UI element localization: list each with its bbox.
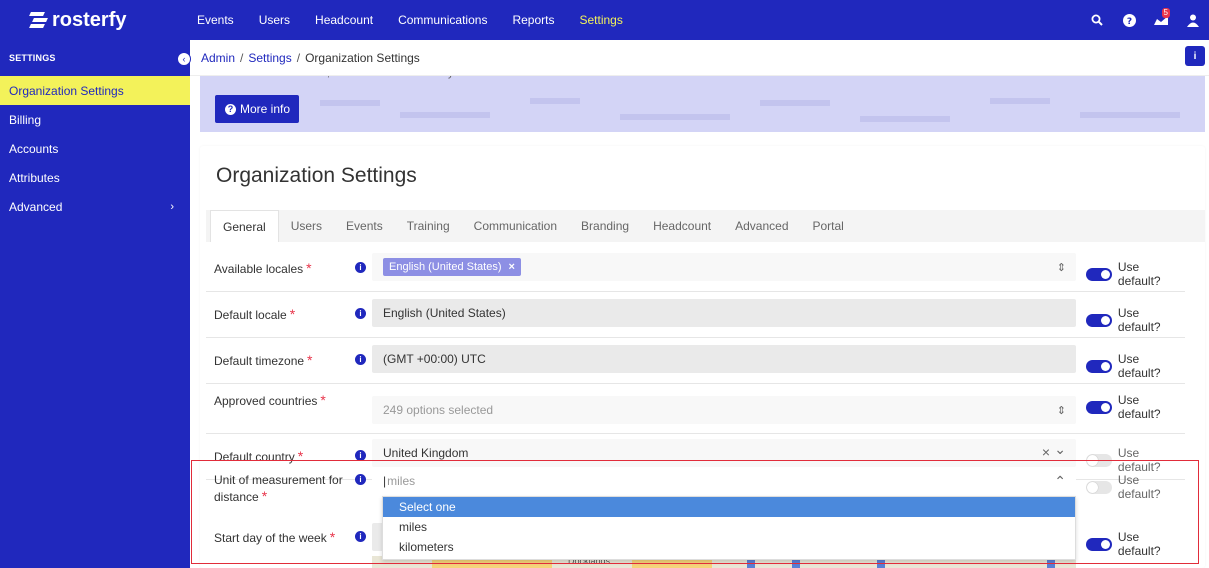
search-icon[interactable] bbox=[1081, 0, 1113, 40]
sidebar-item-label: Attributes bbox=[9, 170, 60, 185]
info-icon[interactable]: i bbox=[355, 450, 366, 461]
breadcrumb-settings[interactable]: Settings bbox=[248, 51, 291, 65]
default-locale-select[interactable]: English (United States) bbox=[372, 299, 1076, 327]
toggle-switch[interactable] bbox=[1086, 453, 1112, 467]
sidebar-item-label: Accounts bbox=[9, 141, 59, 156]
sort-caret-icon[interactable]: ⇕ bbox=[1057, 261, 1066, 274]
help-icon[interactable]: ? bbox=[1113, 0, 1145, 40]
collapse-sidebar-icon[interactable]: ‹ bbox=[177, 52, 191, 66]
info-icon[interactable]: i bbox=[355, 354, 366, 365]
tab-general[interactable]: General bbox=[210, 210, 279, 242]
default-timezone-select[interactable]: (GMT +00:00) UTC bbox=[372, 345, 1076, 373]
brand-logo[interactable]: rosterfy bbox=[0, 0, 190, 40]
brand-name: rosterfy bbox=[52, 8, 127, 31]
unit-distance-select[interactable]: | miles ⌃ bbox=[372, 467, 1076, 495]
info-icon[interactable]: i bbox=[1185, 46, 1205, 66]
locale-chip: English (United States) × bbox=[383, 258, 521, 276]
chevron-up-icon[interactable]: ⌃ bbox=[1054, 473, 1066, 490]
use-default-toggle[interactable]: Use default? bbox=[1086, 530, 1185, 558]
info-banner: recommended defaults, to override the de… bbox=[200, 70, 1205, 132]
sidebar-item-label: Advanced bbox=[9, 199, 63, 214]
sidebar-item-organization-settings[interactable]: Organization Settings bbox=[0, 76, 190, 105]
breadcrumb-separator: / bbox=[296, 50, 301, 65]
field-label: Default country * bbox=[214, 448, 304, 464]
tab-events[interactable]: Events bbox=[334, 210, 395, 242]
use-default-toggle[interactable]: Use default? bbox=[1086, 393, 1185, 421]
sidebar-item-billing[interactable]: Billing bbox=[0, 105, 190, 134]
approved-countries-select[interactable]: 249 options selected ⇕ bbox=[372, 396, 1076, 424]
user-icon[interactable] bbox=[1177, 0, 1209, 40]
setting-row-default-timezone: Default timezone * i (GMT +00:00) UTC Use… bbox=[206, 338, 1185, 384]
toggle-switch[interactable] bbox=[1086, 313, 1112, 327]
field-label: Available locales * bbox=[214, 260, 312, 276]
tab-portal[interactable]: Portal bbox=[801, 210, 856, 242]
unit-dropdown-menu: Select one miles kilometers bbox=[382, 496, 1076, 560]
toggle-switch[interactable] bbox=[1086, 400, 1112, 414]
nav-events[interactable]: Events bbox=[197, 13, 234, 27]
chevron-right-icon: › bbox=[170, 200, 174, 213]
toggle-switch[interactable] bbox=[1086, 537, 1112, 551]
sidebar-item-attributes[interactable]: Attributes bbox=[0, 163, 190, 192]
toggle-switch[interactable] bbox=[1086, 480, 1112, 494]
chevron-down-icon[interactable]: ⌄ bbox=[1054, 441, 1066, 458]
info-icon[interactable]: i bbox=[355, 308, 366, 319]
field-label: Default locale * bbox=[214, 306, 296, 322]
tab-communication[interactable]: Communication bbox=[462, 210, 569, 242]
breadcrumb-current: Organization Settings bbox=[305, 50, 420, 65]
dropdown-option-select-one[interactable]: Select one bbox=[383, 497, 1075, 517]
breadcrumb: Admin / Settings / Organization Settings… bbox=[190, 40, 1209, 76]
available-locales-select[interactable]: English (United States) × ⇕ bbox=[372, 253, 1076, 281]
svg-text:?: ? bbox=[1126, 17, 1131, 27]
breadcrumb-admin[interactable]: Admin bbox=[201, 51, 235, 65]
tab-bar: General Users Events Training Communicat… bbox=[206, 210, 1205, 242]
field-label: Start day of the week * bbox=[214, 529, 336, 545]
rosterfy-logo-icon bbox=[29, 10, 48, 30]
nav-communications[interactable]: Communications bbox=[398, 13, 487, 27]
sidebar-item-label: Organization Settings bbox=[9, 83, 124, 98]
field-label: Approved countries * bbox=[214, 392, 326, 408]
top-navbar: rosterfy Events Users Headcount Communic… bbox=[0, 0, 1209, 40]
sidebar: SETTINGS Organization Settings Billing A… bbox=[0, 40, 190, 568]
notification-badge: 5 bbox=[1161, 8, 1170, 18]
sidebar-item-label: Billing bbox=[9, 112, 42, 127]
remove-chip-icon[interactable]: × bbox=[509, 261, 515, 273]
field-label: Default timezone * bbox=[214, 352, 313, 368]
nav-headcount[interactable]: Headcount bbox=[315, 13, 373, 27]
nav-settings[interactable]: Settings bbox=[579, 13, 622, 27]
toggle-switch[interactable] bbox=[1086, 267, 1112, 281]
use-default-toggle[interactable]: Use default? bbox=[1086, 260, 1185, 288]
nav-users[interactable]: Users bbox=[259, 13, 290, 27]
clear-icon[interactable]: × bbox=[1042, 444, 1050, 460]
info-icon[interactable]: i bbox=[355, 474, 366, 485]
tab-training[interactable]: Training bbox=[395, 210, 462, 242]
more-info-button[interactable]: ? More info bbox=[215, 95, 299, 123]
tab-headcount[interactable]: Headcount bbox=[641, 210, 723, 242]
use-default-toggle[interactable]: Use default? bbox=[1086, 306, 1185, 334]
sidebar-item-advanced[interactable]: Advanced › bbox=[0, 192, 190, 221]
question-icon: ? bbox=[225, 103, 236, 115]
sort-caret-icon[interactable]: ⇕ bbox=[1057, 404, 1066, 417]
setting-row-available-locales: Available locales * i English (United Sta… bbox=[206, 246, 1185, 292]
tab-branding[interactable]: Branding bbox=[569, 210, 641, 242]
toggle-switch[interactable] bbox=[1086, 359, 1112, 373]
more-info-label: More info bbox=[240, 102, 291, 116]
info-icon[interactable]: i bbox=[355, 531, 366, 542]
use-default-toggle[interactable]: Use default? bbox=[1086, 352, 1185, 380]
setting-row-default-locale: Default locale * i English (United States… bbox=[206, 292, 1185, 338]
sidebar-item-accounts[interactable]: Accounts bbox=[0, 134, 190, 163]
nav-reports[interactable]: Reports bbox=[512, 13, 554, 27]
default-country-select[interactable]: United Kingdom × ⌄ bbox=[372, 439, 1076, 467]
tab-advanced[interactable]: Advanced bbox=[723, 210, 800, 242]
breadcrumb-separator: / bbox=[240, 50, 244, 65]
setting-row-approved-countries: Approved countries * 249 options selected… bbox=[206, 384, 1185, 434]
use-default-toggle[interactable]: Use default? bbox=[1086, 473, 1185, 501]
tab-users[interactable]: Users bbox=[279, 210, 334, 242]
sidebar-title: SETTINGS bbox=[9, 53, 56, 63]
page-title: Organization Settings bbox=[216, 164, 417, 187]
dropdown-option-miles[interactable]: miles bbox=[383, 517, 1075, 537]
notifications-icon[interactable]: 5 bbox=[1145, 0, 1177, 40]
dropdown-option-kilometers[interactable]: kilometers bbox=[383, 537, 1075, 557]
field-label: Unit of measurement for distance * bbox=[214, 473, 343, 504]
info-icon[interactable]: i bbox=[355, 262, 366, 273]
